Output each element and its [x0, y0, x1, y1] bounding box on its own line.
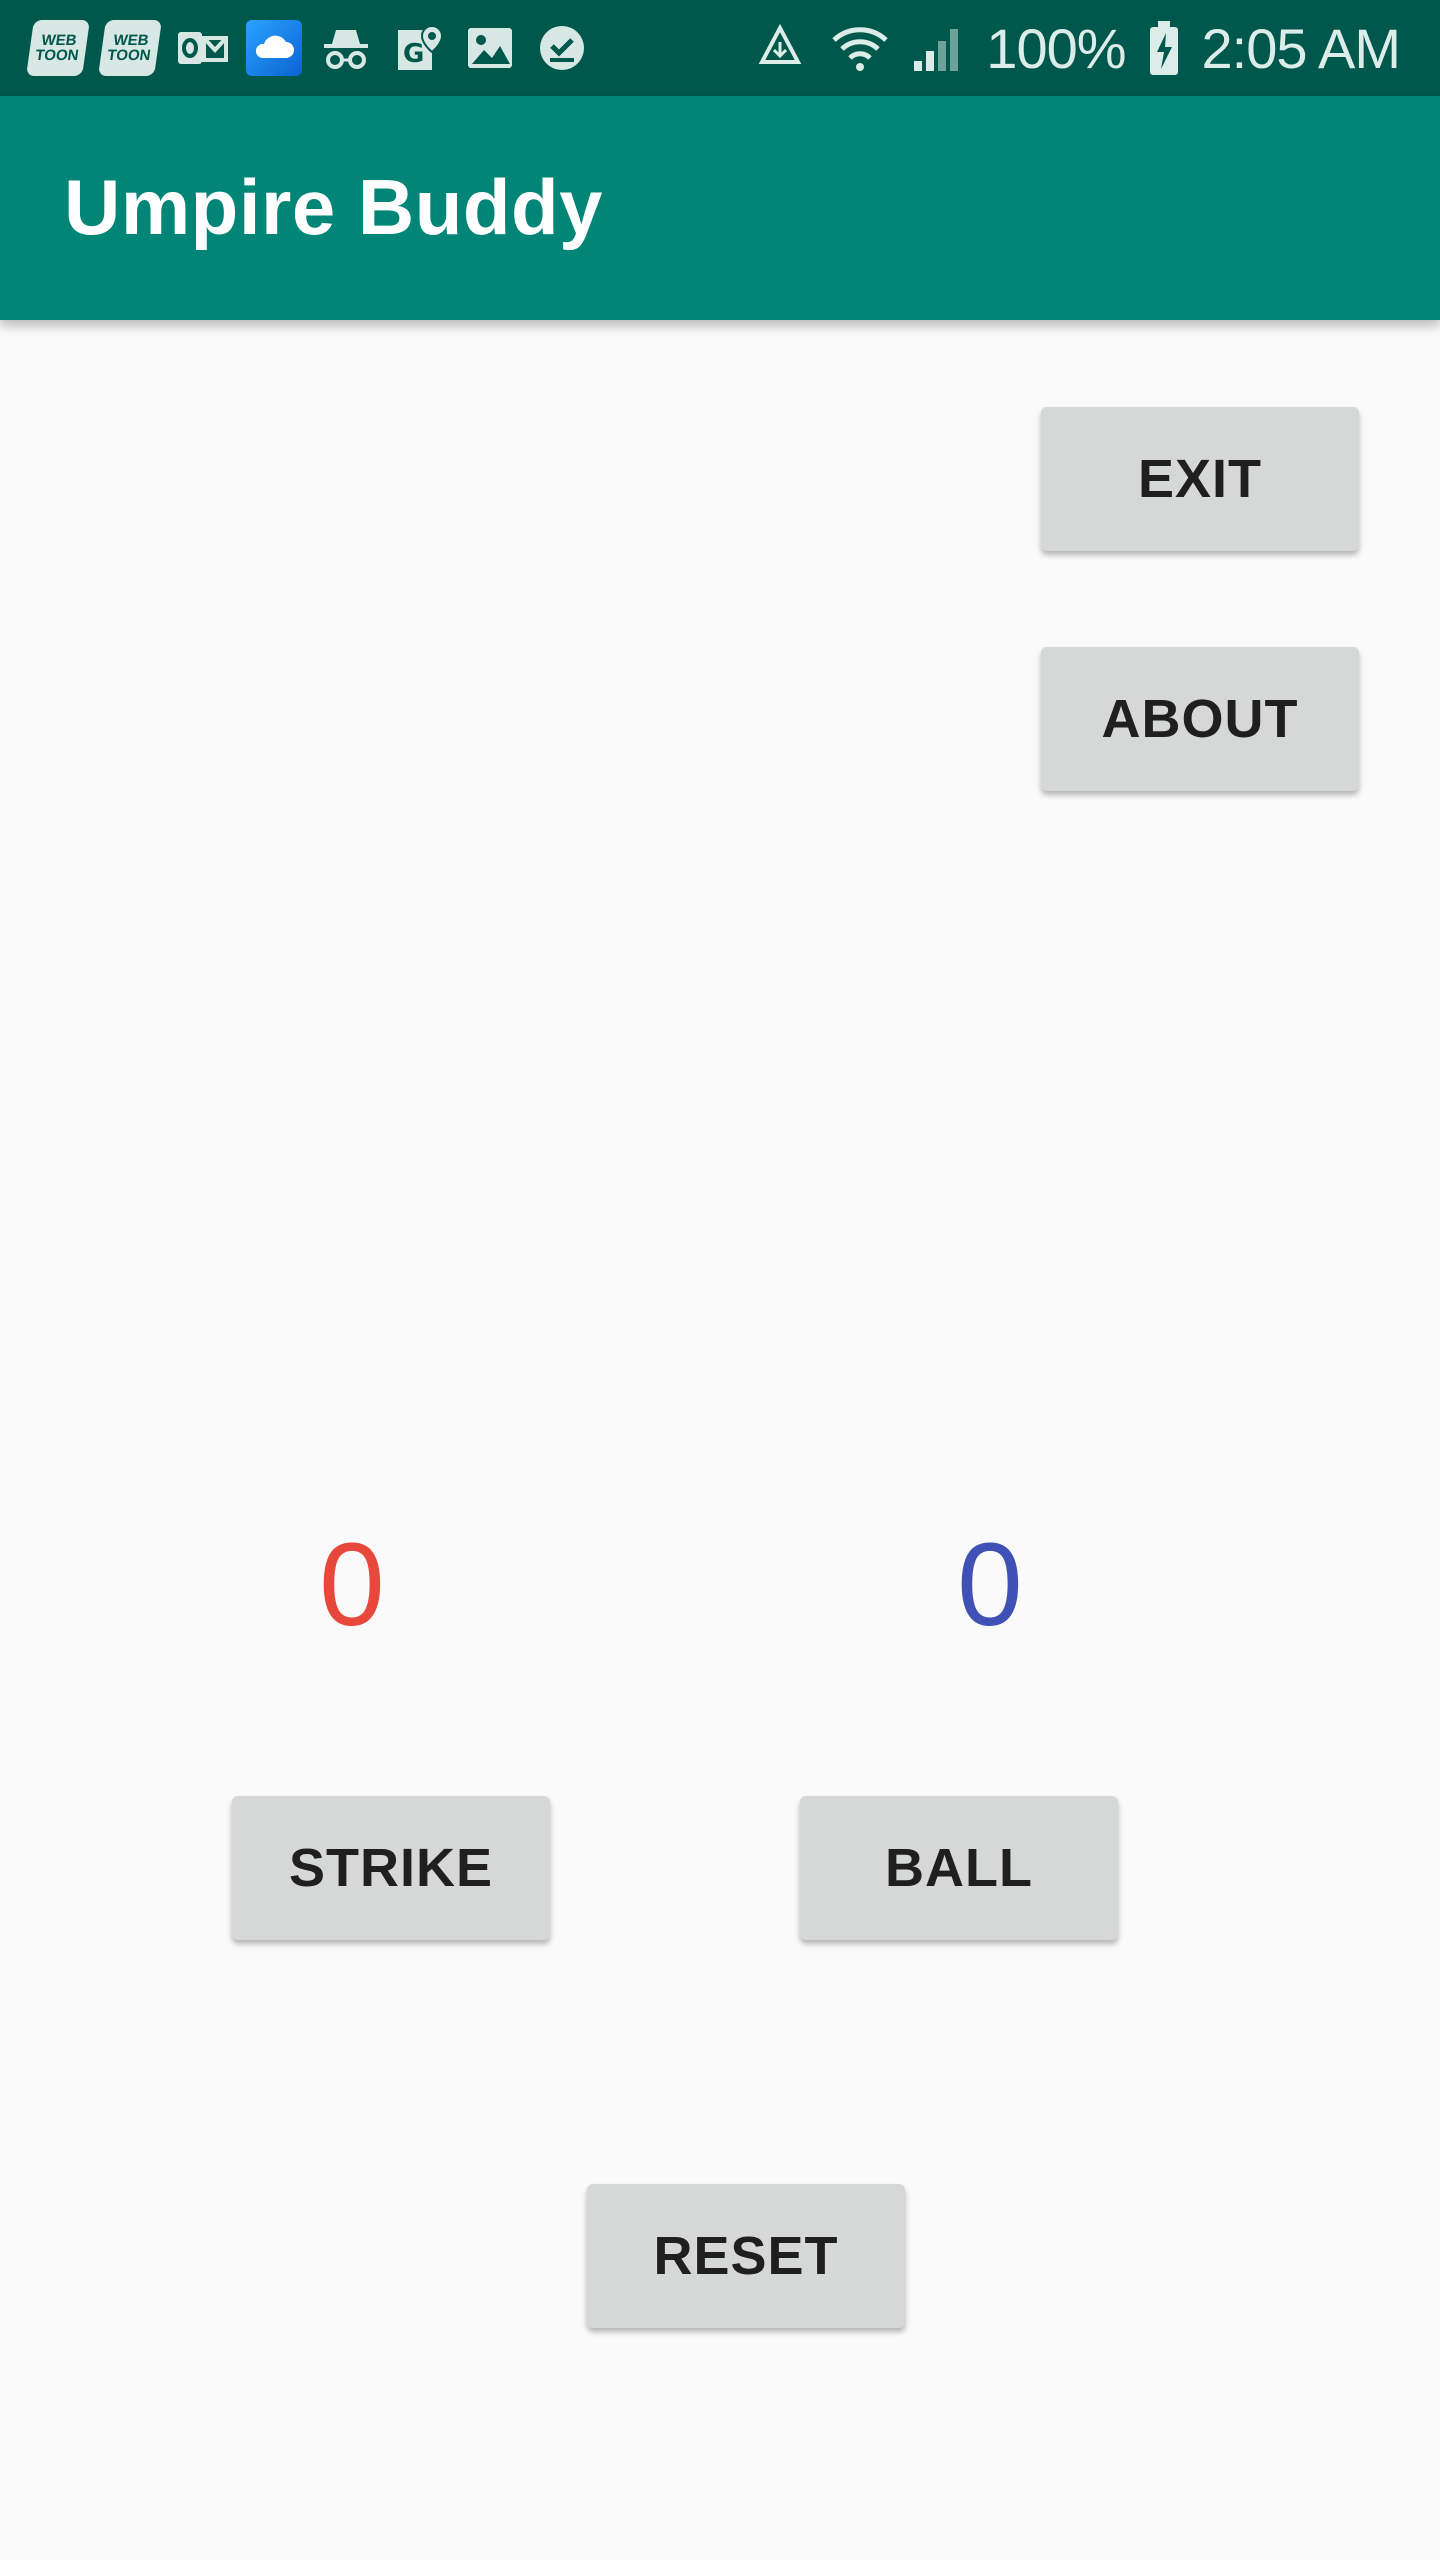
app-bar: Umpire Buddy	[0, 96, 1440, 320]
check-circle-icon	[534, 20, 590, 76]
notification-icons: WEB TOON WEB TOON G	[26, 20, 590, 76]
status-bar: WEB TOON WEB TOON G 100% 2:05 AM	[0, 0, 1440, 96]
cell-signal-icon	[912, 23, 964, 73]
gallery-icon	[462, 20, 518, 76]
data-saver-icon	[752, 20, 808, 76]
webtoon-icon: WEB TOON	[98, 20, 162, 76]
webtoon-icon: WEB TOON	[26, 20, 90, 76]
maps-icon: G	[390, 20, 446, 76]
app-title: Umpire Buddy	[64, 163, 604, 251]
ball-count: 0	[957, 1519, 1023, 1651]
incognito-icon	[318, 20, 374, 76]
about-button[interactable]: ABOUT	[1041, 647, 1359, 791]
system-icons: 100% 2:05 AM	[752, 14, 1401, 82]
battery-charging-icon	[1148, 19, 1180, 77]
svg-text:G: G	[403, 39, 424, 69]
exit-button[interactable]: EXIT	[1041, 407, 1359, 551]
wifi-icon	[830, 22, 890, 74]
ball-button[interactable]: BALL	[800, 1796, 1118, 1940]
strike-count: 0	[319, 1519, 385, 1651]
reset-button[interactable]: RESET	[587, 2184, 905, 2328]
strike-button[interactable]: STRIKE	[232, 1796, 550, 1940]
outlook-icon	[174, 20, 230, 76]
cloud-icon	[246, 20, 302, 76]
clock: 2:05 AM	[1201, 16, 1401, 80]
battery-percent: 100%	[986, 16, 1126, 80]
